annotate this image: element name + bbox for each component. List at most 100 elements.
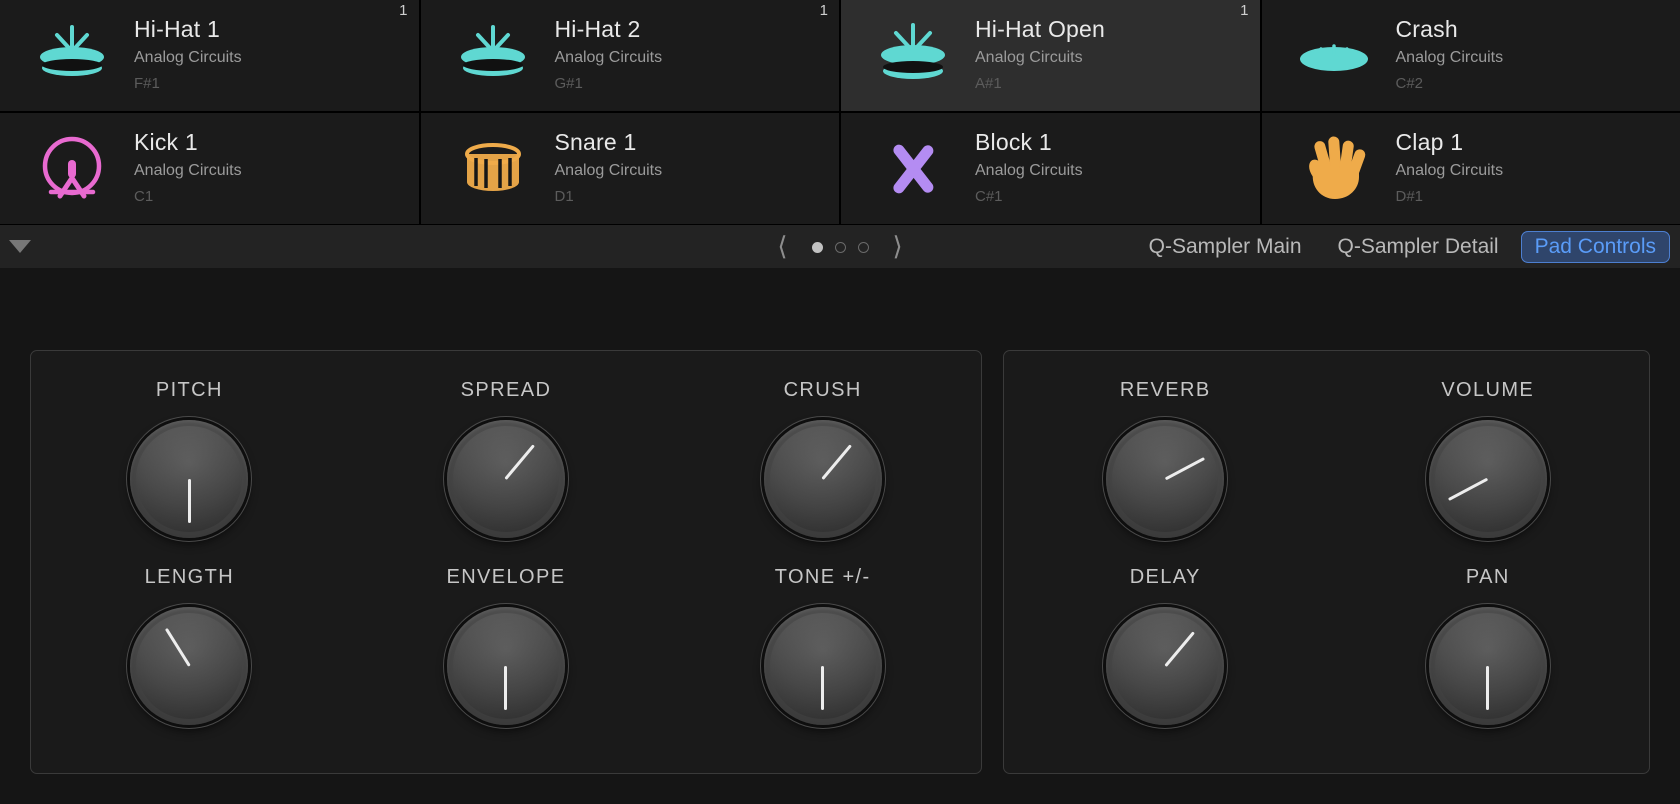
pad-hi-hat-open[interactable]: 1 Hi-Hat Open Analog Circuits A#1: [841, 0, 1260, 111]
pad-grid: 1 Hi-Hat 1 Analog Circuits F#1 1 Hi-Hat …: [0, 0, 1680, 224]
page-dot-1[interactable]: [812, 242, 823, 253]
knob-pointer: [1448, 478, 1488, 501]
pad-kit-name: Analog Circuits: [1396, 49, 1504, 67]
knob-label: CRUSH: [784, 379, 862, 402]
pad-snare-1[interactable]: Snare 1 Analog Circuits D1: [421, 113, 840, 224]
pad-hi-hat-2[interactable]: 1 Hi-Hat 2 Analog Circuits G#1: [421, 0, 840, 111]
controls-area: PITCH SPREAD CRUSH LENGTH ENVELOPE TONE …: [0, 268, 1680, 804]
pad-text: Kick 1 Analog Circuits C1: [120, 129, 242, 208]
pad-note: C1: [134, 189, 242, 204]
pad-badge: 1: [1240, 3, 1248, 18]
pad-kit-name: Analog Circuits: [134, 162, 242, 180]
pad-kit-name: Analog Circuits: [555, 49, 663, 67]
pad-note: C#1: [975, 189, 1083, 204]
knob-pan[interactable]: [1429, 607, 1547, 725]
knob-volume[interactable]: [1429, 420, 1547, 538]
knob-label: TONE +/-: [775, 566, 871, 589]
knob-label: ENVELOPE: [446, 566, 565, 589]
page-dot-3[interactable]: [858, 242, 869, 253]
pad-text: Block 1 Analog Circuits C#1: [961, 129, 1083, 208]
knob-cell-spread: SPREAD: [447, 379, 565, 538]
pad-text: Hi-Hat 2 Analog Circuits G#1: [541, 16, 663, 95]
pad-kit-name: Analog Circuits: [975, 162, 1083, 180]
sticks-cross-icon: [865, 126, 961, 212]
view-tab-bar: ⟨ ⟩ Q-Sampler MainQ-Sampler DetailPad Co…: [0, 224, 1680, 268]
knob-envelope[interactable]: [447, 607, 565, 725]
pad-text: Clap 1 Analog Circuits D#1: [1382, 129, 1504, 208]
knob-label: PAN: [1466, 566, 1510, 589]
knob-cell-pan: PAN: [1429, 566, 1547, 725]
hihat-closed-icon: [445, 13, 541, 99]
pad-clap-1[interactable]: Clap 1 Analog Circuits D#1: [1262, 113, 1680, 224]
knob-pointer: [821, 666, 824, 710]
pad-crash[interactable]: Crash Analog Circuits C#2: [1262, 0, 1680, 111]
pad-name: Kick 1: [134, 129, 242, 155]
pad-note: A#1: [975, 76, 1105, 91]
hihat-closed-icon: [24, 13, 120, 99]
pad-text: Hi-Hat 1 Analog Circuits F#1: [120, 16, 242, 95]
knob-cell-tone: TONE +/-: [764, 566, 882, 725]
knob-label: LENGTH: [145, 566, 235, 589]
pad-kit-name: Analog Circuits: [975, 49, 1105, 67]
tab-q-sampler-detail[interactable]: Q-Sampler Detail: [1324, 231, 1513, 263]
knob-cell-delay: DELAY: [1106, 566, 1224, 725]
clap-hand-icon: [1286, 126, 1382, 212]
knob-cell-crush: CRUSH: [764, 379, 882, 538]
pad-name: Snare 1: [555, 129, 663, 155]
pad-note: D1: [555, 189, 663, 204]
snare-drum-icon: [445, 126, 541, 212]
mix-controls-panel: REVERB VOLUME DELAY PAN: [1003, 350, 1650, 774]
knob-cell-pitch: PITCH: [130, 379, 248, 538]
pad-note: F#1: [134, 76, 242, 91]
pad-kit-name: Analog Circuits: [1396, 162, 1504, 180]
pad-note: C#2: [1396, 76, 1504, 91]
knob-label: PITCH: [156, 379, 223, 402]
knob-pointer: [1165, 457, 1205, 480]
knob-spread[interactable]: [447, 420, 565, 538]
pad-name: Hi-Hat 1: [134, 16, 242, 42]
pad-badge: 1: [820, 3, 828, 18]
knob-label: REVERB: [1120, 379, 1211, 402]
pad-kit-name: Analog Circuits: [555, 162, 663, 180]
triangle-down-icon[interactable]: [9, 240, 31, 253]
knob-reverb[interactable]: [1106, 420, 1224, 538]
knob-tone[interactable]: [764, 607, 882, 725]
knob-cell-volume: VOLUME: [1429, 379, 1547, 538]
mix-knob-grid: REVERB VOLUME DELAY PAN: [1004, 351, 1649, 773]
knob-pointer: [505, 444, 536, 480]
pad-name: Crash: [1396, 16, 1504, 42]
knob-length[interactable]: [130, 607, 248, 725]
tab-q-sampler-main[interactable]: Q-Sampler Main: [1135, 231, 1316, 263]
crash-cymbal-icon: [1286, 13, 1382, 99]
tab-list: Q-Sampler MainQ-Sampler DetailPad Contro…: [1135, 231, 1680, 263]
knob-pointer: [188, 479, 191, 523]
knob-cell-reverb: REVERB: [1106, 379, 1224, 538]
pad-badge: 1: [399, 3, 407, 18]
knob-pointer: [165, 628, 191, 667]
pad-hi-hat-1[interactable]: 1 Hi-Hat 1 Analog Circuits F#1: [0, 0, 419, 111]
knob-crush[interactable]: [764, 420, 882, 538]
page-dots: [812, 242, 869, 253]
sampler-knob-grid: PITCH SPREAD CRUSH LENGTH ENVELOPE TONE …: [31, 351, 981, 773]
page-dot-2[interactable]: [835, 242, 846, 253]
chevron-right-icon[interactable]: ⟩: [887, 234, 909, 260]
pad-block-1[interactable]: Block 1 Analog Circuits C#1: [841, 113, 1260, 224]
tab-pad-controls[interactable]: Pad Controls: [1521, 231, 1670, 263]
hihat-open-icon: [865, 13, 961, 99]
knob-label: DELAY: [1130, 566, 1201, 589]
pad-kit-name: Analog Circuits: [134, 49, 242, 67]
pad-text: Hi-Hat Open Analog Circuits A#1: [961, 16, 1105, 95]
knob-label: VOLUME: [1441, 379, 1534, 402]
sampler-controls-panel: PITCH SPREAD CRUSH LENGTH ENVELOPE TONE …: [30, 350, 982, 774]
kick-drum-icon: [24, 126, 120, 212]
pad-name: Hi-Hat 2: [555, 16, 663, 42]
pad-note: G#1: [555, 76, 663, 91]
pad-kick-1[interactable]: Kick 1 Analog Circuits C1: [0, 113, 419, 224]
knob-delay[interactable]: [1106, 607, 1224, 725]
knob-pitch[interactable]: [130, 420, 248, 538]
knob-pointer: [1486, 666, 1489, 710]
knob-pointer: [1164, 631, 1195, 667]
pad-name: Block 1: [975, 129, 1083, 155]
pad-name: Hi-Hat Open: [975, 16, 1105, 42]
chevron-left-icon[interactable]: ⟨: [771, 234, 793, 260]
